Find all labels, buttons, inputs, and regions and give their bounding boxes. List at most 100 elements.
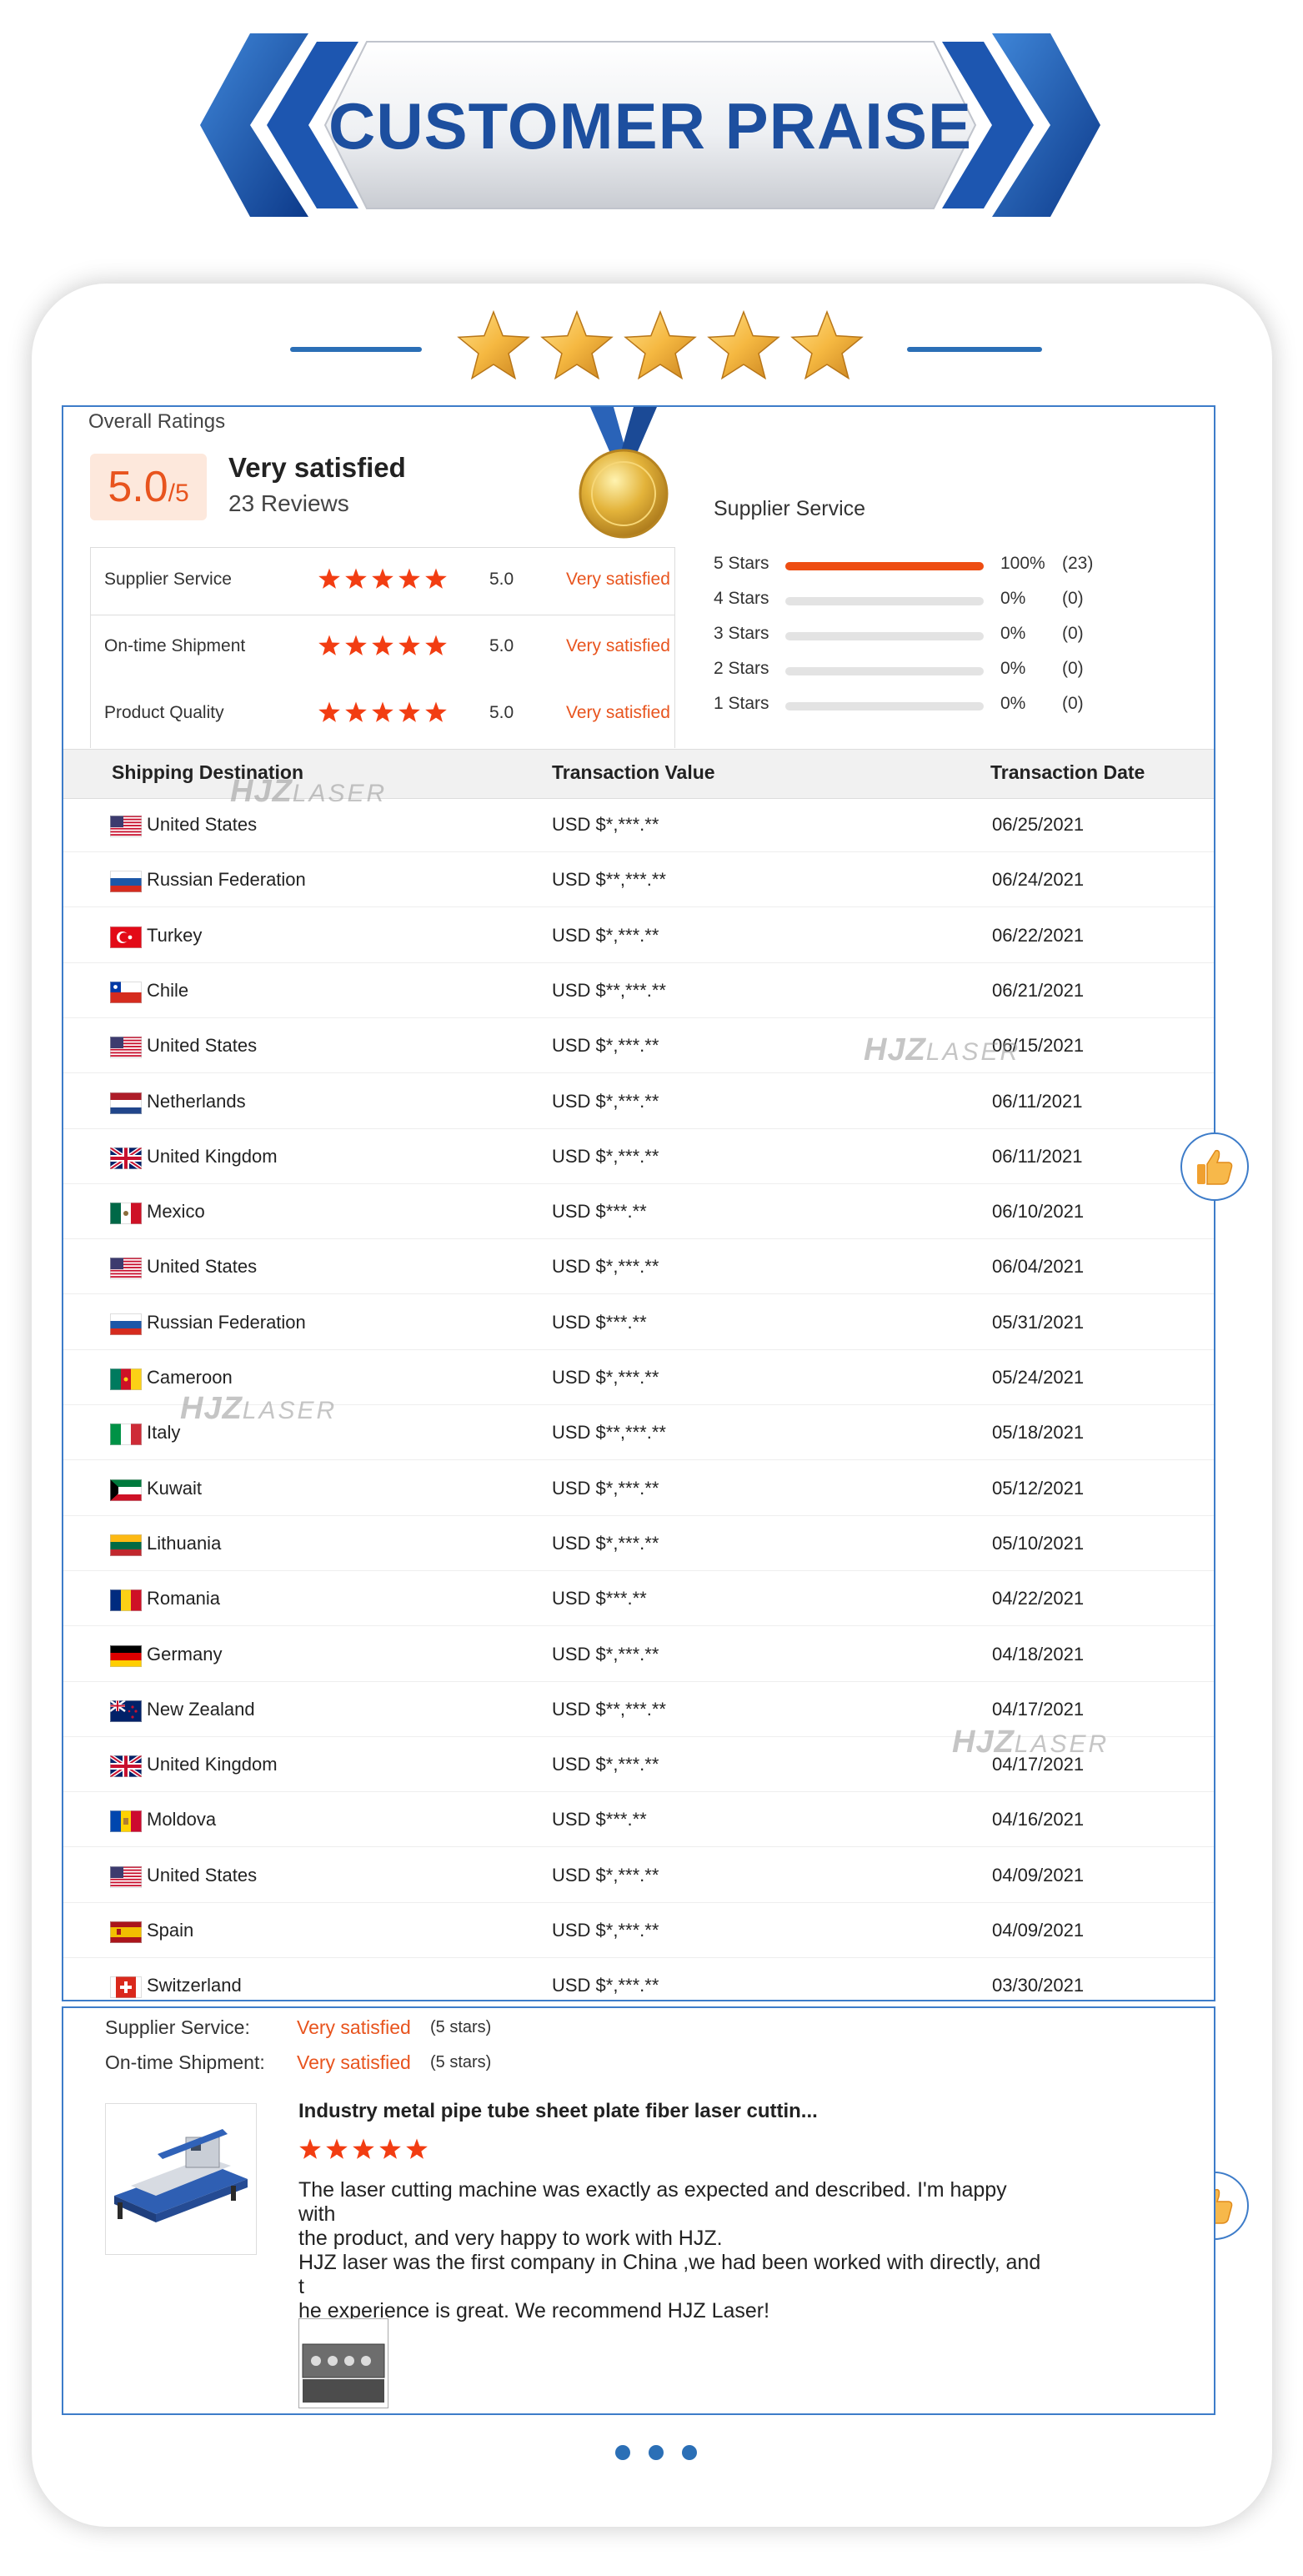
watermark: HJZLASER bbox=[230, 774, 387, 810]
transaction-date: 04/09/2021 bbox=[992, 1920, 1085, 1941]
transaction-date: 05/12/2021 bbox=[992, 1477, 1085, 1499]
table-row: Turkey USD $*,***.** 06/22/2021 bbox=[63, 908, 1214, 963]
product-image[interactable] bbox=[105, 2103, 257, 2255]
destination-country: United States bbox=[147, 814, 258, 835]
page-dot[interactable] bbox=[649, 2445, 664, 2460]
star-icon bbox=[345, 701, 367, 722]
reviews-count: 23 Reviews bbox=[228, 490, 349, 516]
customer-praise-banner: CUSTOMER PRAISE bbox=[200, 33, 1100, 217]
star-icon bbox=[425, 701, 447, 722]
flag-icon bbox=[110, 1976, 142, 1999]
five-star-header bbox=[0, 309, 1303, 384]
transaction-date: 05/31/2021 bbox=[992, 1311, 1085, 1333]
star-bar-label: 2 Stars bbox=[714, 659, 769, 678]
star-bar-row: 3 Stars 0% (0) bbox=[714, 624, 1180, 649]
flag-it bbox=[110, 1424, 142, 1446]
star-icon bbox=[398, 568, 420, 589]
flag-icon bbox=[110, 1921, 142, 1943]
rating-label: Product Quality bbox=[104, 703, 224, 722]
destination-country: Kuwait bbox=[147, 1477, 203, 1499]
overall-ratings-label: Overall Ratings bbox=[88, 410, 226, 433]
table-row: Lithuania USD $*,***.** 05/10/2021 bbox=[63, 1516, 1214, 1571]
review-photo-image bbox=[302, 2343, 385, 2403]
flag-icon bbox=[110, 1479, 142, 1501]
review-text-line: the product, and very happy to work with… bbox=[298, 2227, 723, 2250]
transaction-value: USD $*,***.** bbox=[552, 1975, 659, 1996]
table-row: Spain USD $*,***.** 04/09/2021 bbox=[63, 1903, 1214, 1958]
destination-country: Chile bbox=[147, 979, 189, 1001]
table-row: United States USD $*,***.** 04/09/2021 bbox=[63, 1848, 1214, 1903]
transaction-date: 03/30/2021 bbox=[992, 1975, 1085, 1996]
destination-country: Spain bbox=[147, 1920, 194, 1941]
table-row: Switzerland USD $*,***.** 03/30/2021 bbox=[63, 1958, 1214, 2014]
destination-country: United Kingdom bbox=[147, 1754, 278, 1775]
star-icon bbox=[353, 2138, 374, 2159]
transaction-value: USD $*,***.** bbox=[552, 1145, 659, 1167]
review-text: The laser cutting machine was exactly as… bbox=[298, 2178, 1049, 2323]
laser-machine-image bbox=[114, 2129, 248, 2222]
flag-nz bbox=[109, 1699, 142, 1722]
destination-country: Mexico bbox=[147, 1201, 205, 1223]
star-bar-row: 4 Stars 0% (0) bbox=[714, 589, 1180, 614]
flag-ru bbox=[110, 1313, 142, 1335]
rating-score: 5.0 bbox=[489, 570, 514, 589]
flag-icon bbox=[110, 1092, 142, 1114]
supplier-service-value: Very satisfied bbox=[297, 2016, 411, 2038]
transaction-date: 06/11/2021 bbox=[992, 1145, 1083, 1167]
flag-gb bbox=[108, 1145, 143, 1171]
shipment-label: On-time Shipment: bbox=[105, 2051, 265, 2073]
transaction-value: USD $**,***.** bbox=[552, 979, 666, 1001]
supplier-service-title: Supplier Service bbox=[714, 497, 866, 520]
flag-gb bbox=[108, 1754, 143, 1780]
rating-stars bbox=[318, 701, 451, 729]
header-divider-right bbox=[907, 347, 1042, 352]
page-dot[interactable] bbox=[682, 2445, 697, 2460]
flag-icon bbox=[110, 1645, 142, 1667]
page-dot[interactable] bbox=[615, 2445, 630, 2460]
flag-de bbox=[110, 1645, 142, 1667]
transaction-date: 05/10/2021 bbox=[992, 1532, 1085, 1554]
review-text-line: The laser cutting machine was exactly as… bbox=[298, 2178, 1007, 2226]
transaction-value: USD $*,***.** bbox=[552, 1367, 659, 1388]
thumbs-up-button[interactable] bbox=[1180, 1132, 1249, 1201]
rating-stars bbox=[318, 635, 451, 662]
flag-icon bbox=[110, 1313, 142, 1335]
star-icon bbox=[345, 568, 367, 589]
transaction-date: 06/24/2021 bbox=[992, 869, 1085, 891]
star-icon bbox=[345, 635, 367, 655]
transaction-value: USD $*,***.** bbox=[552, 1532, 659, 1554]
table-row: Russian Federation USD $**,***.** 06/24/20… bbox=[63, 852, 1214, 908]
transaction-date: 04/22/2021 bbox=[992, 1588, 1085, 1609]
star-icon bbox=[425, 635, 447, 655]
table-row: Romania USD $***.** 04/22/2021 bbox=[63, 1571, 1214, 1627]
flag-icon bbox=[110, 1037, 142, 1059]
transaction-date: 05/24/2021 bbox=[992, 1367, 1085, 1388]
flag-icon bbox=[110, 1368, 142, 1390]
destination-country: Netherlands bbox=[147, 1090, 246, 1112]
star-icon bbox=[406, 2138, 428, 2159]
star-icon bbox=[318, 635, 340, 655]
review-panel: Supplier Service: Very satisfied (5 star… bbox=[62, 2006, 1215, 2415]
transaction-date: 06/25/2021 bbox=[992, 814, 1085, 835]
flag-ch bbox=[110, 1976, 142, 1999]
product-title[interactable]: Industry metal pipe tube sheet plate fib… bbox=[298, 2100, 818, 2123]
flag-ro bbox=[110, 1589, 142, 1612]
five-stars bbox=[318, 568, 447, 589]
star-bar-label: 1 Stars bbox=[714, 694, 769, 713]
flag-icon bbox=[110, 1810, 142, 1833]
transaction-date: 06/11/2021 bbox=[992, 1090, 1083, 1112]
review-text-line: he experience is great. We recommend HJZ… bbox=[298, 2299, 770, 2322]
transaction-value: USD $***.** bbox=[552, 1588, 647, 1609]
review-photo[interactable] bbox=[298, 2318, 388, 2408]
flag-icon bbox=[110, 1865, 142, 1888]
rating-label: Supplier Service bbox=[104, 570, 232, 589]
transaction-value: USD $*,***.** bbox=[552, 1090, 659, 1112]
score-value: 5.0 bbox=[108, 463, 168, 511]
flag-icon bbox=[110, 926, 142, 948]
transaction-date: 05/18/2021 bbox=[992, 1422, 1085, 1444]
flag-icon bbox=[110, 981, 142, 1003]
star-icon bbox=[372, 568, 393, 589]
star-bar-row: 5 Stars 100% (23) bbox=[714, 554, 1180, 579]
destination-country: Russian Federation bbox=[147, 869, 306, 891]
star-bar-label: 5 Stars bbox=[714, 554, 769, 573]
